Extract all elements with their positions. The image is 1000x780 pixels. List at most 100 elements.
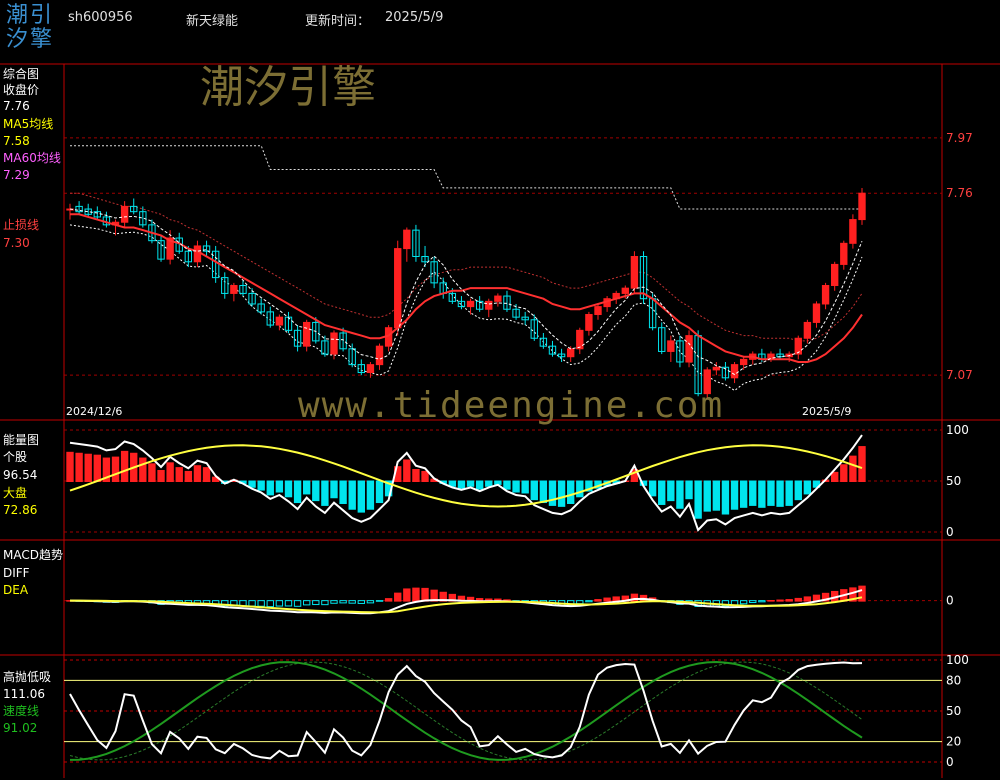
candle-body — [394, 248, 402, 329]
stock-code: sh600956 — [68, 10, 133, 25]
macd-bar — [266, 600, 274, 608]
energy-bar — [840, 464, 848, 482]
energy-bar — [93, 454, 101, 482]
energy-bar — [257, 480, 265, 491]
logo-line-1: 潮引 — [6, 3, 55, 28]
energy-bar — [366, 480, 375, 510]
energy-bar — [749, 480, 757, 506]
energy-bar — [739, 480, 748, 508]
energy-bar — [557, 480, 566, 507]
main-y-tick-label: 7.76 — [946, 186, 973, 200]
macd-bar — [758, 600, 766, 603]
ma60-label: MA60均线 — [3, 151, 61, 165]
energy-bar — [120, 450, 129, 483]
macd-bar — [403, 588, 411, 602]
logo-line-2: 汐擎 — [6, 27, 55, 52]
logo: 潮引 汐擎 — [6, 4, 60, 56]
macd-bar — [576, 600, 584, 605]
macd-bar — [603, 597, 611, 602]
macd-bar — [858, 585, 866, 602]
candle-body — [585, 314, 593, 331]
end-date: 2025/5/9 — [802, 405, 852, 418]
start-date: 2024/12/6 — [66, 405, 123, 418]
candle-body — [594, 306, 602, 316]
kdj-y-tick-label: 100 — [946, 653, 969, 667]
market-energy-value: 72.86 — [3, 503, 38, 517]
candle-body — [303, 321, 311, 347]
energy-bar — [567, 480, 575, 504]
candle-body — [821, 285, 830, 305]
candle-body — [858, 192, 866, 221]
candle-body — [230, 285, 238, 294]
energy-bar — [658, 480, 666, 505]
ma60-value: 7.29 — [3, 168, 30, 182]
macd-panel — [66, 585, 866, 615]
macd-bar — [803, 596, 812, 602]
energy-bar — [721, 480, 730, 515]
energy-bar — [831, 471, 839, 482]
energy-bar — [193, 465, 202, 483]
main-y-tick-label: 7.97 — [946, 131, 973, 145]
macd-bar — [275, 600, 284, 607]
energy-bar — [284, 480, 293, 498]
energy-bar — [667, 480, 675, 502]
watermark-url: www.tideengine.com — [298, 385, 724, 426]
energy-bar — [412, 469, 420, 482]
macd-bar — [412, 587, 420, 602]
energy-bar — [485, 480, 493, 487]
energy-bar — [312, 480, 320, 502]
energy-bar — [512, 480, 520, 493]
macd-bar — [357, 600, 365, 604]
stop-line-upper — [70, 145, 862, 210]
energy-bar — [803, 480, 812, 495]
macd-bar — [394, 592, 402, 602]
macd-bar — [585, 600, 593, 603]
energy-bar — [576, 480, 584, 498]
kdj-title: 高抛低吸 — [3, 670, 52, 684]
candle-body — [831, 263, 839, 287]
dea-label: DEA — [3, 583, 29, 597]
candle-body — [812, 303, 821, 323]
diff-label: DIFF — [3, 566, 30, 580]
candle-body — [375, 345, 384, 366]
macd-bar — [303, 600, 311, 606]
energy-bar — [849, 455, 857, 483]
energy-bar — [330, 480, 338, 499]
energy-bar — [776, 480, 784, 507]
energy-bar — [475, 480, 484, 490]
energy-bar — [521, 480, 529, 494]
candle-body — [621, 287, 629, 294]
stock-name: 新天绿能 — [186, 14, 239, 29]
candle-body — [330, 332, 338, 355]
macd-bar — [293, 600, 302, 607]
energy-bar — [184, 470, 193, 482]
energy-bar — [275, 480, 284, 493]
candle-body — [403, 229, 411, 250]
energy-bar — [266, 480, 274, 496]
macd-bar — [339, 600, 347, 604]
ma5-label: MA5均线 — [3, 117, 54, 131]
close-value: 7.76 — [3, 99, 30, 113]
kdj-y-tick-label: 20 — [946, 735, 961, 749]
macd-bar — [312, 600, 320, 606]
energy-bar — [785, 480, 793, 506]
energy-panel — [66, 434, 866, 532]
energy-bar — [503, 480, 511, 490]
macd-bar — [330, 600, 338, 604]
speed-label: 速度线 — [3, 704, 40, 718]
energy-bar — [357, 480, 365, 513]
main-price-panel — [66, 145, 866, 399]
candle-body — [366, 364, 375, 374]
ma5-line — [69, 208, 863, 376]
main-y-tick-label: 7.07 — [946, 368, 973, 382]
energy-bar — [712, 480, 721, 511]
watermark-brand: 潮汐引擎 — [200, 62, 376, 113]
macd-bar — [321, 600, 329, 606]
candle-body — [712, 366, 721, 371]
energy-y-tick-label: 50 — [946, 474, 961, 488]
energy-bar — [75, 452, 83, 482]
macd-bar — [384, 598, 393, 602]
main-title: 综合图 — [3, 67, 40, 81]
candle-body — [667, 340, 675, 352]
macd-bar — [257, 600, 265, 607]
